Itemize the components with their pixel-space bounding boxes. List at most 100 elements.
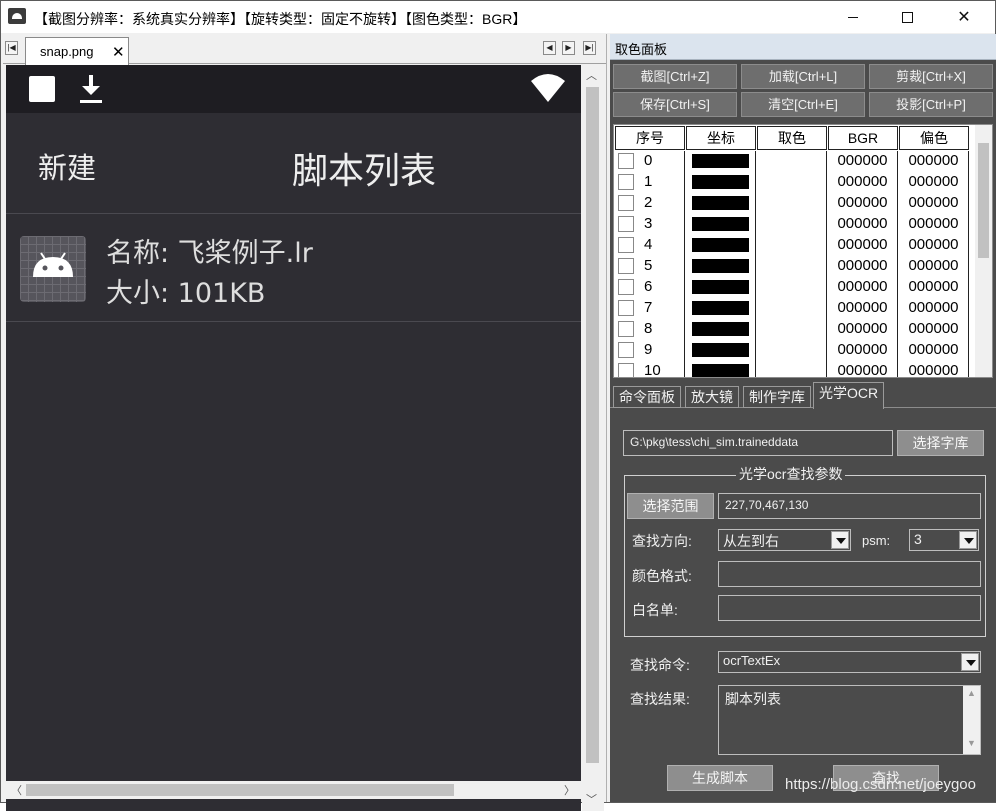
download-icon xyxy=(80,75,102,103)
first-tab-arrow[interactable]: |◀ xyxy=(5,41,18,55)
color-swatch xyxy=(692,154,749,168)
tab-ocr[interactable]: 光学OCR xyxy=(813,382,885,409)
whitelist-field[interactable] xyxy=(718,595,981,621)
font-path-field[interactable]: G:\pkg\tess\chi_sim.traineddata xyxy=(623,430,893,456)
color-swatch xyxy=(692,280,749,294)
color-swatch xyxy=(692,238,749,252)
cell-color xyxy=(757,256,827,277)
range-field[interactable]: 227,70,467,130 xyxy=(718,493,981,519)
cell-offset: 000000 xyxy=(899,256,969,277)
page-title: 脚本列表 xyxy=(292,151,437,192)
color-picker-panel: 取色面板 截图[Ctrl+Z] 加载[Ctrl+L] 剪裁[Ctrl+X] 保存… xyxy=(610,34,996,802)
tab-magnifier[interactable]: 放大镜 xyxy=(685,386,739,408)
table-row[interactable]: 50,0000000000000 xyxy=(614,256,974,277)
column-header-bgr[interactable]: BGR xyxy=(828,126,898,150)
close-tab-icon[interactable]: ✕ xyxy=(112,43,125,61)
cell-index: 3 xyxy=(615,214,685,235)
table-row[interactable]: 70,0000000000000 xyxy=(614,298,974,319)
new-script-button[interactable]: 新建 xyxy=(38,145,96,187)
clear-button[interactable]: 清空[Ctrl+E] xyxy=(741,92,865,117)
select-font-button[interactable]: 选择字库 xyxy=(897,430,984,456)
table-scroll-thumb[interactable] xyxy=(978,143,989,258)
next-tab-arrow[interactable]: ▶ xyxy=(562,41,575,55)
column-header-coord[interactable]: 坐标 xyxy=(686,126,756,150)
horizontal-scroll-thumb[interactable] xyxy=(26,784,454,796)
table-row[interactable]: 80,0000000000000 xyxy=(614,319,974,340)
save-button[interactable]: 保存[Ctrl+S] xyxy=(613,92,737,117)
cell-bgr: 000000 xyxy=(828,277,898,298)
load-button[interactable]: 加载[Ctrl+L] xyxy=(741,64,865,89)
cell-offset: 000000 xyxy=(899,235,969,256)
cell-index: 9 xyxy=(615,340,685,361)
cell-bgr: 000000 xyxy=(828,235,898,256)
table-row[interactable]: 30,0000000000000 xyxy=(614,214,974,235)
command-select[interactable]: ocrTextEx xyxy=(718,651,981,673)
chevron-down-icon xyxy=(961,653,979,671)
tab-command-panel[interactable]: 命令面板 xyxy=(613,386,681,408)
table-row[interactable]: 20,0000000000000 xyxy=(614,193,974,214)
result-label: 查找结果: xyxy=(630,691,690,707)
cell-color xyxy=(757,214,827,235)
scroll-up-icon[interactable]: ︿ xyxy=(586,67,597,83)
color-swatch xyxy=(692,343,749,357)
table-row[interactable]: 40,0000000000000 xyxy=(614,235,974,256)
table-row[interactable]: 60,0000000000000 xyxy=(614,277,974,298)
scroll-down-icon[interactable]: ﹀ xyxy=(586,791,597,807)
screenshot-button[interactable]: 截图[Ctrl+Z] xyxy=(613,64,737,89)
color-table[interactable]: 序号 坐标 取色 BGR 偏色 00,000000000000010,00000… xyxy=(613,124,993,378)
generate-script-button[interactable]: 生成脚本 xyxy=(667,765,773,791)
script-list-item[interactable]: 名称: 飞桨例子.lr 大小: 101KB xyxy=(6,215,581,322)
cell-index: 8 xyxy=(615,319,685,340)
scroll-left-icon[interactable]: 〈 xyxy=(11,782,22,798)
app-window: 【截图分辨率：系统真实分辨率】【旋转类型：固定不旋转】【图色类型：BGR】 ✕ … xyxy=(0,0,996,811)
maximize-button[interactable] xyxy=(884,1,930,33)
result-value: 脚本列表 xyxy=(725,691,781,707)
table-row[interactable]: 90,0000000000000 xyxy=(614,340,974,361)
column-header-offset[interactable]: 偏色 xyxy=(899,126,969,150)
scroll-right-icon[interactable]: 〉 xyxy=(564,782,575,798)
color-format-field[interactable] xyxy=(718,561,981,587)
image-viewer-pane: |◀ snap.png ✕ ◀ ▶ ▶| 新建 脚本列表 名称: 飞桨例子.lr… xyxy=(3,34,606,811)
select-range-button[interactable]: 选择范围 xyxy=(627,493,714,519)
close-button[interactable]: ✕ xyxy=(941,1,987,33)
viewer-horizontal-scrollbar[interactable]: 〈 〉 xyxy=(6,781,581,799)
android-icon xyxy=(20,236,86,302)
cell-color xyxy=(757,340,827,361)
table-row[interactable]: 100,0000000000000 xyxy=(614,361,974,377)
color-swatch xyxy=(692,364,749,377)
result-textarea[interactable]: 脚本列表 ▲ ▼ xyxy=(718,685,981,755)
chevron-down-icon[interactable]: ▼ xyxy=(967,738,976,748)
result-scrollbar[interactable]: ▲ ▼ xyxy=(963,686,980,754)
table-row[interactable]: 10,0000000000000 xyxy=(614,172,974,193)
minimize-button[interactable] xyxy=(830,1,876,33)
table-row[interactable]: 00,0000000000000 xyxy=(614,151,974,172)
panel-title: 取色面板 xyxy=(610,34,996,60)
column-header-index[interactable]: 序号 xyxy=(615,126,685,150)
prev-tab-arrow[interactable]: ◀ xyxy=(543,41,556,55)
vertical-scroll-thumb[interactable] xyxy=(586,87,599,763)
column-header-color[interactable]: 取色 xyxy=(757,126,827,150)
table-scrollbar[interactable] xyxy=(975,125,992,377)
direction-select[interactable]: 从左到右 xyxy=(718,529,851,551)
last-tab-arrow[interactable]: ▶| xyxy=(583,41,596,55)
command-label: 查找命令: xyxy=(630,657,690,673)
viewer-vertical-scrollbar[interactable]: ︿ ﹀ xyxy=(582,65,604,811)
chevron-up-icon[interactable]: ▲ xyxy=(967,688,976,698)
tab-snap-png[interactable]: snap.png ✕ xyxy=(25,37,129,65)
cell-bgr: 000000 xyxy=(828,172,898,193)
phone-screenshot[interactable]: 新建 脚本列表 名称: 飞桨例子.lr 大小: 101KB xyxy=(6,65,581,811)
cell-bgr: 000000 xyxy=(828,298,898,319)
tab-font-library[interactable]: 制作字库 xyxy=(743,386,811,408)
cell-color xyxy=(757,172,827,193)
cell-bgr: 000000 xyxy=(828,256,898,277)
project-button[interactable]: 投影[Ctrl+P] xyxy=(869,92,993,117)
cell-index: 1 xyxy=(615,172,685,193)
psm-select[interactable]: 3 xyxy=(909,529,979,551)
color-swatch xyxy=(692,259,749,273)
color-swatch xyxy=(692,196,749,210)
cell-index: 4 xyxy=(615,235,685,256)
crop-button[interactable]: 剪裁[Ctrl+X] xyxy=(869,64,993,89)
color-swatch xyxy=(692,175,749,189)
phone-status-bar xyxy=(6,65,581,113)
cell-index: 6 xyxy=(615,277,685,298)
